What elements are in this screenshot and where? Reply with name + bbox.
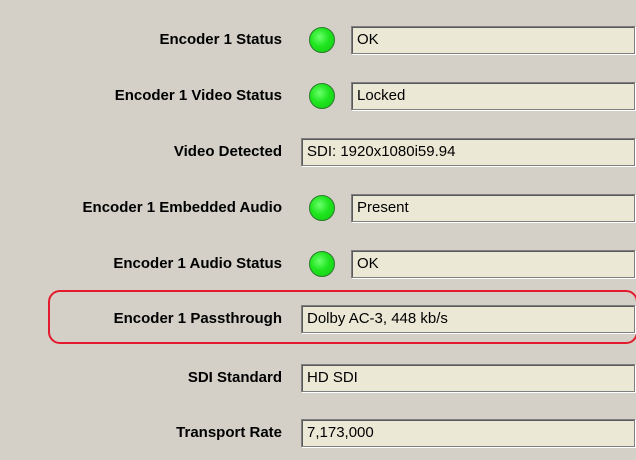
video-detected-field[interactable]: SDI: 1920x1080i59.94: [301, 138, 635, 166]
row-transport-rate: Transport Rate 7,173,000: [0, 415, 636, 451]
row-video-detected: Video Detected SDI: 1920x1080i59.94: [0, 134, 636, 170]
embedded-audio-label: Encoder 1 Embedded Audio: [82, 199, 282, 216]
encoder-status-label: Encoder 1 Status: [159, 31, 282, 48]
encoder-status-field[interactable]: OK: [351, 26, 635, 54]
status-led-icon: [309, 83, 335, 109]
row-audio-status: Encoder 1 Audio Status OK: [0, 246, 636, 282]
status-led-icon: [309, 27, 335, 53]
transport-rate-label: Transport Rate: [176, 424, 282, 441]
video-status-label: Encoder 1 Video Status: [114, 87, 282, 104]
audio-status-label: Encoder 1 Audio Status: [113, 255, 282, 272]
sdi-standard-field[interactable]: HD SDI: [301, 364, 635, 392]
row-encoder-status: Encoder 1 Status OK: [0, 22, 636, 58]
row-sdi-standard: SDI Standard HD SDI: [0, 360, 636, 396]
passthrough-label: Encoder 1 Passthrough: [113, 310, 282, 327]
passthrough-field[interactable]: Dolby AC-3, 448 kb/s: [301, 305, 635, 333]
video-detected-label: Video Detected: [173, 143, 282, 160]
row-embedded-audio: Encoder 1 Embedded Audio Present: [0, 190, 636, 226]
row-passthrough: Encoder 1 Passthrough Dolby AC-3, 448 kb…: [0, 301, 636, 337]
sdi-standard-label: SDI Standard: [187, 369, 282, 386]
status-led-icon: [309, 195, 335, 221]
video-status-field[interactable]: Locked: [351, 82, 635, 110]
audio-status-field[interactable]: OK: [351, 250, 635, 278]
embedded-audio-field[interactable]: Present: [351, 194, 635, 222]
row-video-status: Encoder 1 Video Status Locked: [0, 78, 636, 114]
transport-rate-field[interactable]: 7,173,000: [301, 419, 635, 447]
status-led-icon: [309, 251, 335, 277]
